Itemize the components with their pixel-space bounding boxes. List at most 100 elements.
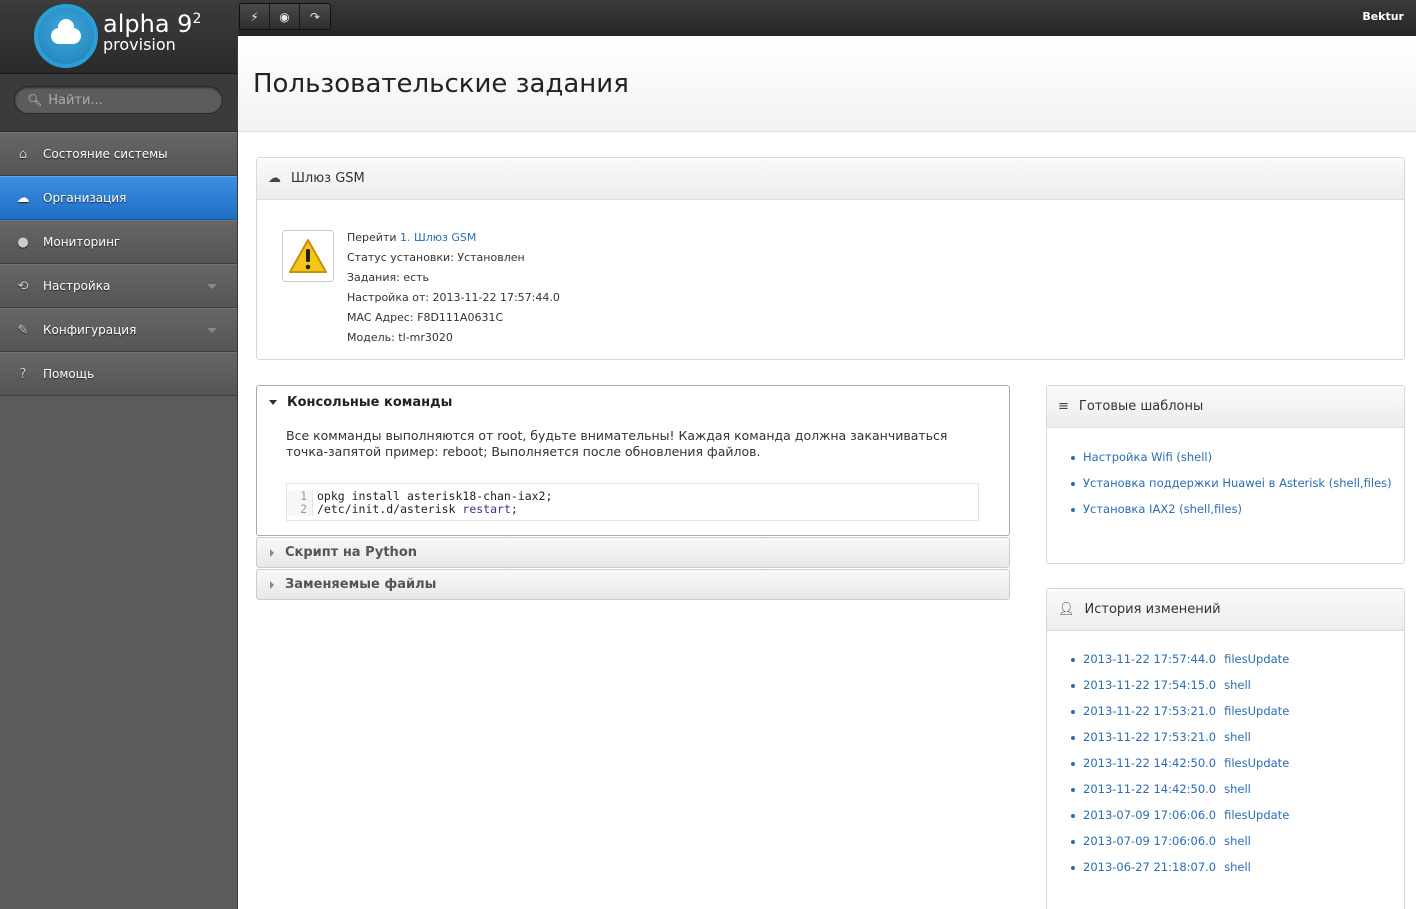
gateway-panel-body: Перейти 1. Шлюз GSM Статус установки: Ус… bbox=[257, 200, 1404, 344]
install-status: Статус установки: Установлен bbox=[347, 251, 525, 264]
device-model: Модель: tl-mr3020 bbox=[347, 331, 453, 344]
files-title: Заменяемые файлы bbox=[285, 577, 437, 592]
history-action: filesUpdate bbox=[1224, 756, 1290, 770]
sidebar-item-help[interactable]: ? Помощь bbox=[0, 352, 237, 396]
line-number: 2 bbox=[287, 503, 313, 516]
templates-title: Готовые шаблоны bbox=[1078, 399, 1204, 414]
code-line: 2 /etc/init.d/asterisk restart; bbox=[287, 503, 978, 516]
console-title: Консольные команды bbox=[287, 394, 453, 410]
caret-right-icon bbox=[270, 548, 274, 557]
history-link[interactable]: 2013-11-22 17:53:21.0 filesUpdate bbox=[1083, 704, 1289, 718]
history-action: shell bbox=[1224, 860, 1251, 874]
search-input[interactable] bbox=[48, 92, 219, 108]
console-section-header[interactable]: Консольные команды bbox=[257, 386, 1009, 418]
history-link[interactable]: 2013-11-22 17:57:44.0 filesUpdate bbox=[1083, 652, 1289, 666]
template-link[interactable]: Настройка Wifi (shell) bbox=[1083, 450, 1212, 464]
history-panel-header: 👤︎ История изменений bbox=[1047, 589, 1404, 631]
template-link[interactable]: Установка поддержки Huawei в Asterisk (s… bbox=[1083, 476, 1392, 490]
history-link[interactable]: 2013-07-09 17:06:06.0 shell bbox=[1083, 834, 1251, 848]
python-title: Скрипт на Python bbox=[285, 545, 417, 560]
console-section: Консольные команды Все комманды выполняю… bbox=[256, 385, 1010, 536]
list-item: 2013-11-22 17:53:21.0 filesUpdate bbox=[1069, 704, 1404, 730]
history-action: filesUpdate bbox=[1224, 808, 1290, 822]
page-title: Пользовательские задания bbox=[253, 69, 629, 99]
refresh-button[interactable]: ↷ bbox=[300, 4, 330, 29]
history-action: shell bbox=[1224, 782, 1251, 796]
templates-list: Настройка Wifi (shell) Установка поддерж… bbox=[1047, 428, 1404, 528]
eye-button[interactable]: ◉ bbox=[270, 4, 300, 29]
python-section-header[interactable]: Скрипт на Python bbox=[256, 537, 1010, 568]
cloud-icon: ☁ bbox=[268, 171, 281, 186]
gateway-link[interactable]: 1. Шлюз GSM bbox=[400, 231, 476, 244]
templates-panel-header: ≡ Готовые шаблоны bbox=[1047, 386, 1404, 428]
search-box[interactable]: 🔍︎ bbox=[14, 86, 223, 114]
console-description: Все комманды выполняются от root, будьте… bbox=[286, 428, 948, 459]
history-time: 2013-11-22 17:54:15.0 bbox=[1083, 678, 1217, 692]
history-time: 2013-11-22 14:42:50.0 bbox=[1083, 782, 1217, 796]
flash-button[interactable]: ⚡ bbox=[240, 4, 270, 29]
history-link[interactable]: 2013-07-09 17:06:06.0 filesUpdate bbox=[1083, 808, 1289, 822]
map-pin-icon: ● bbox=[17, 234, 29, 250]
history-title: История изменений bbox=[1084, 602, 1221, 617]
brand[interactable]: alpha 92 provision bbox=[0, 0, 237, 74]
brand-text: alpha 92 provision bbox=[103, 4, 201, 54]
history-link[interactable]: 2013-11-22 14:42:50.0 filesUpdate bbox=[1083, 756, 1289, 770]
configured-date: Настройка от: 2013-11-22 17:57:44.0 bbox=[347, 291, 560, 304]
templates-panel: ≡ Готовые шаблоны Настройка Wifi (shell)… bbox=[1046, 385, 1405, 564]
search-icon: 🔍︎ bbox=[27, 93, 43, 107]
code-editor[interactable]: 1 opkg install asterisk18-chan-iax2; 2 /… bbox=[286, 483, 979, 521]
history-link[interactable]: 2013-06-27 21:18:07.0 shell bbox=[1083, 860, 1251, 874]
history-panel: 👤︎ История изменений 2013-11-22 17:57:44… bbox=[1046, 588, 1405, 909]
sidebar-item-configuration[interactable]: ✎ Конфигурация bbox=[0, 308, 237, 352]
layers-icon: ≡ bbox=[1058, 399, 1069, 414]
sidebar-item-label: Организация bbox=[43, 191, 127, 205]
gateway-panel-header: ☁ Шлюз GSM bbox=[257, 158, 1404, 200]
history-action: filesUpdate bbox=[1224, 704, 1290, 718]
user-menu[interactable]: Bektur bbox=[1362, 10, 1404, 23]
history-time: 2013-06-27 21:18:07.0 bbox=[1083, 860, 1217, 874]
nav-menu: ⌂ Состояние системы ☁ Организация ● Мони… bbox=[0, 132, 237, 396]
history-action: shell bbox=[1224, 678, 1251, 692]
code-text: /etc/init.d/asterisk restart; bbox=[313, 503, 518, 516]
sidebar: alpha 92 provision 🔍︎ ⌂ Состояние систем… bbox=[0, 0, 238, 909]
mac-address: MAC Адрес: F8D111A0631C bbox=[347, 311, 504, 324]
code-keyword: restart bbox=[462, 502, 511, 516]
history-link[interactable]: 2013-11-22 17:54:15.0 shell bbox=[1083, 678, 1251, 692]
sidebar-item-settings[interactable]: ⟲ Настройка bbox=[0, 264, 237, 308]
sidebar-item-label: Состояние системы bbox=[43, 147, 168, 161]
gateway-details: Перейти 1. Шлюз GSM Статус установки: Ус… bbox=[347, 228, 560, 348]
sidebar-item-monitoring[interactable]: ● Мониторинг bbox=[0, 220, 237, 264]
history-time: 2013-11-22 17:53:21.0 bbox=[1083, 704, 1217, 718]
sidebar-item-status[interactable]: ⌂ Состояние системы bbox=[0, 132, 237, 176]
tasks-status: Задания: есть bbox=[347, 271, 430, 284]
toolbar: ⚡ ◉ ↷ bbox=[239, 3, 331, 30]
page-header: Пользовательские задания bbox=[238, 36, 1416, 132]
list-item: 2013-11-22 14:42:50.0 filesUpdate bbox=[1069, 756, 1404, 782]
sidebar-item-label: Мониторинг bbox=[43, 235, 121, 249]
caret-down-icon bbox=[269, 399, 277, 405]
code-path: /etc/init.d/asterisk bbox=[317, 502, 463, 516]
warning-icon bbox=[282, 230, 334, 282]
history-time: 2013-11-22 17:53:21.0 bbox=[1083, 730, 1217, 744]
wrench-icon: ✎ bbox=[17, 322, 29, 338]
cloud-logo-icon bbox=[34, 4, 98, 68]
code-semicolon: ; bbox=[510, 502, 518, 516]
history-action: shell bbox=[1224, 730, 1251, 744]
sidebar-item-organization[interactable]: ☁ Организация bbox=[0, 176, 237, 220]
goto-label: Перейти bbox=[347, 231, 397, 244]
sidebar-item-label: Настройка bbox=[43, 279, 111, 293]
cloud-icon: ☁ bbox=[16, 190, 30, 206]
sidebar-item-label: Помощь bbox=[43, 367, 95, 381]
user-icon: 👤︎ bbox=[1058, 602, 1075, 617]
history-link[interactable]: 2013-11-22 17:53:21.0 shell bbox=[1083, 730, 1251, 744]
list-item: Установка поддержки Huawei в Asterisk (s… bbox=[1069, 476, 1404, 502]
brand-sup: 2 bbox=[192, 11, 202, 27]
sync-icon: ⟲ bbox=[17, 278, 29, 294]
search-area: 🔍︎ bbox=[0, 74, 237, 132]
files-section-header[interactable]: Заменяемые файлы bbox=[256, 569, 1010, 600]
history-time: 2013-11-22 14:42:50.0 bbox=[1083, 756, 1217, 770]
history-link[interactable]: 2013-11-22 14:42:50.0 shell bbox=[1083, 782, 1251, 796]
template-link[interactable]: Установка IAX2 (shell,files) bbox=[1083, 502, 1242, 516]
sidebar-item-label: Конфигурация bbox=[43, 323, 137, 337]
list-item: Установка IAX2 (shell,files) bbox=[1069, 502, 1404, 528]
